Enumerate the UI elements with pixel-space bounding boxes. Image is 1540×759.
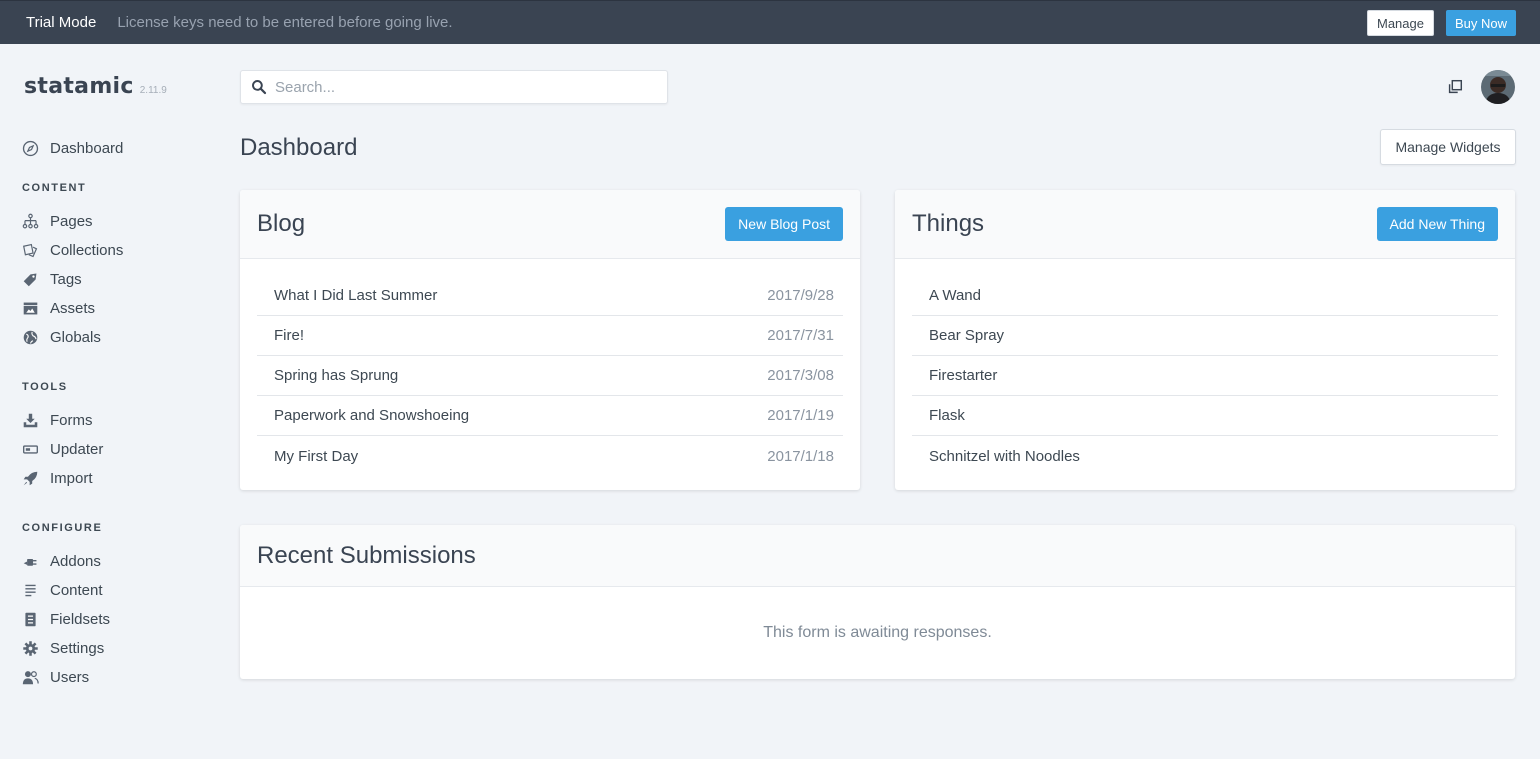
trial-message: License keys need to be entered before g… <box>117 14 453 31</box>
things-widget: Things Add New Thing A Wand Bear Spray F… <box>895 190 1515 490</box>
new-blog-post-button[interactable]: New Blog Post <box>725 207 843 241</box>
table-row[interactable]: Spring has Sprung 2017/3/08 <box>257 356 843 396</box>
table-row[interactable]: Paperwork and Snowshoeing 2017/1/19 <box>257 396 843 436</box>
open-site-icon[interactable] <box>1446 78 1464 96</box>
entry-title[interactable]: My First Day <box>274 448 358 465</box>
things-entry-list: A Wand Bear Spray Firestarter Flask Schn… <box>895 259 1515 476</box>
lines-icon <box>21 581 39 599</box>
brand[interactable]: statamic 2.11.9 <box>24 74 167 99</box>
fieldsets-icon <box>21 610 39 628</box>
entry-title[interactable]: Bear Spray <box>929 327 1004 344</box>
entry-title[interactable]: Firestarter <box>929 367 997 384</box>
list-item[interactable]: Firestarter <box>912 356 1498 396</box>
sidebar-item-settings[interactable]: Settings <box>21 637 104 659</box>
trial-banner: Trial Mode License keys need to be enter… <box>0 0 1540 44</box>
sidebar-item-content[interactable]: Content <box>21 579 103 601</box>
blog-widget: Blog New Blog Post What I Did Last Summe… <box>240 190 860 490</box>
brand-version: 2.11.9 <box>139 85 167 96</box>
empty-state-message: This form is awaiting responses. <box>763 624 992 641</box>
sidebar-item-forms[interactable]: Forms <box>21 409 93 431</box>
things-widget-header: Things Add New Thing <box>895 190 1515 259</box>
entry-date: 2017/1/19 <box>767 407 834 424</box>
recent-submissions-widget: Recent Submissions This form is awaiting… <box>240 525 1515 679</box>
entry-date: 2017/7/31 <box>767 327 834 344</box>
entry-title[interactable]: Paperwork and Snowshoeing <box>274 407 469 424</box>
sidebar-item-dashboard[interactable]: Dashboard <box>21 137 123 159</box>
sidebar-item-label: Import <box>50 469 93 487</box>
users-icon <box>21 668 39 686</box>
sidebar-item-label: Collections <box>50 241 124 259</box>
things-widget-title[interactable]: Things <box>912 210 984 238</box>
table-row[interactable]: My First Day 2017/1/18 <box>257 436 843 476</box>
globe-icon <box>21 328 39 346</box>
user-avatar[interactable] <box>1481 70 1515 104</box>
sidebar-item-label: Fieldsets <box>50 610 111 628</box>
updater-icon <box>21 440 39 458</box>
page-title: Dashboard <box>240 134 358 161</box>
sidebar-heading-tools: TOOLS <box>22 381 68 393</box>
sidebar-item-updater[interactable]: Updater <box>21 438 103 460</box>
sidebar-item-pages[interactable]: Pages <box>21 210 93 232</box>
recent-submissions-title: Recent Submissions <box>257 541 476 569</box>
table-row[interactable]: Fire! 2017/7/31 <box>257 316 843 356</box>
entry-date: 2017/9/28 <box>767 287 834 304</box>
search-box[interactable] <box>240 70 668 104</box>
sidebar-item-label: Tags <box>50 270 82 288</box>
manage-widgets-button[interactable]: Manage Widgets <box>1380 129 1516 165</box>
sidebar-item-label: Pages <box>50 212 93 230</box>
sidebar-heading-content: CONTENT <box>22 182 87 194</box>
sidebar-item-import[interactable]: Import <box>21 467 93 489</box>
search-input[interactable] <box>275 78 655 96</box>
search-icon <box>251 79 267 95</box>
sidebar-item-globals[interactable]: Globals <box>21 326 101 348</box>
sidebar-item-label: Assets <box>50 299 96 317</box>
sidebar-item-label: Addons <box>50 552 101 570</box>
gear-icon <box>21 639 39 657</box>
sidebar-item-fieldsets[interactable]: Fieldsets <box>21 608 110 630</box>
sidebar-item-label: Dashboard <box>50 139 124 157</box>
rocket-icon <box>21 469 39 487</box>
entry-date: 2017/1/18 <box>767 447 834 465</box>
entry-title[interactable]: Schnitzel with Noodles <box>929 448 1080 465</box>
list-item[interactable]: Bear Spray <box>912 316 1498 356</box>
table-row[interactable]: What I Did Last Summer 2017/9/28 <box>257 276 843 316</box>
tag-icon <box>21 270 39 288</box>
compass-icon <box>21 139 39 157</box>
entry-title[interactable]: Spring has Sprung <box>274 367 398 384</box>
sidebar-item-label: Content <box>50 581 103 599</box>
entry-title[interactable]: Fire! <box>274 327 304 344</box>
entry-title[interactable]: Flask <box>929 407 965 424</box>
blog-entry-list: What I Did Last Summer 2017/9/28 Fire! 201… <box>240 259 860 476</box>
recent-submissions-header: Recent Submissions <box>240 525 1515 587</box>
brand-logo-text[interactable]: statamic <box>24 74 134 99</box>
list-item[interactable]: Flask <box>912 396 1498 436</box>
sidebar-item-label: Forms <box>50 411 93 429</box>
sidebar-item-label: Globals <box>50 328 101 346</box>
buy-now-button[interactable]: Buy Now <box>1445 10 1516 36</box>
sidebar-heading-configure: CONFIGURE <box>22 522 103 534</box>
sidebar-item-collections[interactable]: Collections <box>21 239 123 261</box>
sidebar-item-label: Updater <box>50 440 104 458</box>
assets-icon <box>21 299 39 317</box>
trial-mode-title: Trial Mode <box>26 14 97 31</box>
entry-date: 2017/3/08 <box>767 367 834 384</box>
sidebar-item-addons[interactable]: Addons <box>21 550 101 572</box>
add-new-thing-button[interactable]: Add New Thing <box>1376 207 1498 241</box>
sidebar-item-users[interactable]: Users <box>21 666 89 688</box>
sidebar-item-label: Settings <box>50 639 105 657</box>
sidebar-item-tags[interactable]: Tags <box>21 268 82 290</box>
download-tray-icon <box>21 411 39 429</box>
manage-license-button[interactable]: Manage <box>1366 10 1434 36</box>
list-item[interactable]: Schnitzel with Noodles <box>912 436 1498 476</box>
sidebar-item-label: Users <box>50 668 90 686</box>
collections-icon <box>21 241 39 259</box>
blog-widget-header: Blog New Blog Post <box>240 190 860 259</box>
list-item[interactable]: A Wand <box>912 276 1498 316</box>
sidebar-item-assets[interactable]: Assets <box>21 297 95 319</box>
sitemap-icon <box>21 212 39 230</box>
plug-icon <box>21 552 39 570</box>
blog-widget-title[interactable]: Blog <box>257 210 305 238</box>
entry-title[interactable]: What I Did Last Summer <box>274 287 437 304</box>
entry-title[interactable]: A Wand <box>929 287 981 304</box>
